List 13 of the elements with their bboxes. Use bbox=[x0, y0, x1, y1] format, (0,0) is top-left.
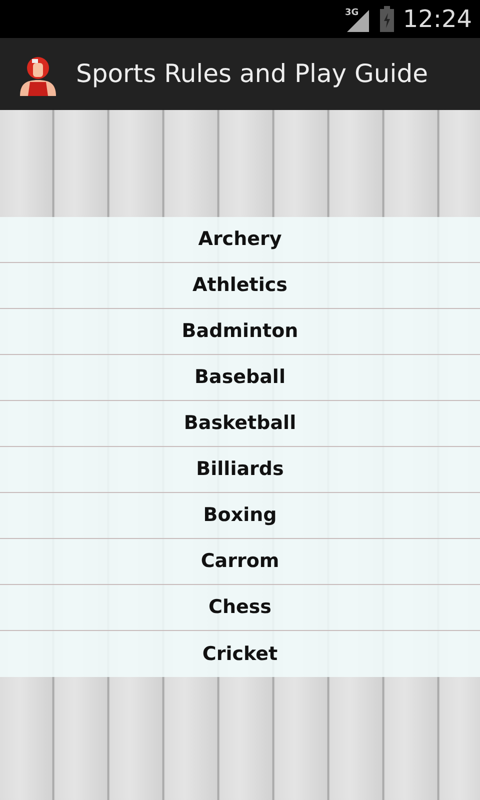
sport-item[interactable]: Carrom bbox=[0, 539, 480, 585]
sport-item[interactable]: Athletics bbox=[0, 263, 480, 309]
sport-item[interactable]: Billiards bbox=[0, 447, 480, 493]
sport-item[interactable]: Archery bbox=[0, 217, 480, 263]
app-title: Sports Rules and Play Guide bbox=[76, 58, 428, 90]
sport-item[interactable]: Badminton bbox=[0, 309, 480, 355]
sport-item[interactable]: Cricket bbox=[0, 631, 480, 677]
sport-item[interactable]: Basketball bbox=[0, 401, 480, 447]
battery-icon bbox=[378, 6, 395, 32]
status-time: 12:24 bbox=[402, 4, 472, 35]
sport-item[interactable]: Chess bbox=[0, 585, 480, 631]
sport-item[interactable]: Boxing bbox=[0, 493, 480, 539]
sport-item[interactable]: Baseball bbox=[0, 355, 480, 401]
